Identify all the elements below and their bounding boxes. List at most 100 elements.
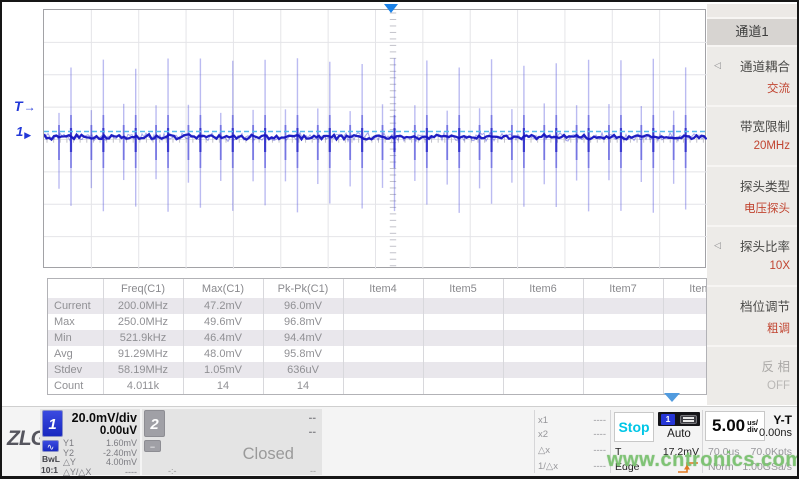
run-state-button[interactable]: Stop <box>614 412 654 442</box>
menu-item-label: 反 相 <box>762 356 790 375</box>
table-header: Item6 <box>503 279 583 298</box>
menu-item-label: 带宽限制 <box>740 116 790 135</box>
table-cell <box>583 362 663 378</box>
table-cell <box>503 298 583 314</box>
table-cell: 521.9kHz <box>103 330 183 346</box>
channel2-status-block[interactable]: 2 -- -- − Closed -:- -- <box>142 409 322 475</box>
menu-item-value: 10X <box>770 260 790 272</box>
row-label: Current <box>48 298 103 314</box>
sidebar-item-invert: 反 相 OFF <box>707 347 797 405</box>
table-cell <box>583 314 663 330</box>
waveform-svg <box>44 10 707 269</box>
separator <box>534 410 535 473</box>
table-cell <box>343 298 423 314</box>
rising-edge-icon <box>677 461 699 474</box>
table-cell <box>343 314 423 330</box>
table-cell: 46.4mV <box>183 330 263 346</box>
table-row: Current200.0MHz47.2mV96.0mV <box>48 298 707 314</box>
table-cell <box>503 362 583 378</box>
table-cell <box>663 346 707 362</box>
sidebar-item-probe-type[interactable]: 探头类型电压探头 <box>707 167 797 225</box>
table-cell <box>503 346 583 362</box>
table-cell: 250.0MHz <box>103 314 183 330</box>
table-header: Pk-Pk(C1) <box>263 279 343 298</box>
ch2-coupling-icon: − <box>144 440 161 452</box>
trigger-mode[interactable]: Auto <box>658 426 700 442</box>
channel1-offset: 0.00uV <box>100 425 137 437</box>
menu-item-value: 电压探头 <box>744 200 790 216</box>
acquire-mode: Norm <box>708 461 734 473</box>
table-cell: 91.29MHz <box>103 346 183 362</box>
table-header: Item7 <box>583 279 663 298</box>
right-arrow-icon: ▶ <box>24 130 31 140</box>
channel1-position-marker[interactable]: 1▶ <box>16 124 31 141</box>
table-cell <box>343 346 423 362</box>
cursor-row: △x---- <box>538 445 606 456</box>
sidebar-item-coupling[interactable]: ◁ 通道耦合交流 <box>707 47 797 105</box>
table-cell <box>663 314 707 330</box>
table-cell <box>423 378 503 394</box>
menu-item-value: 20MHz <box>754 140 790 152</box>
table-cell: 1.05mV <box>183 362 263 378</box>
x-cursor-readouts: x1----x2----△x----1/△x---- <box>536 409 608 475</box>
right-arrow-icon: → <box>24 100 36 114</box>
trigger-delay: 0.00ns <box>759 427 792 439</box>
menu-item-label: 探头类型 <box>740 176 790 195</box>
table-row: Count4.011k1414 <box>48 378 707 394</box>
sidebar-item-gear-adjust[interactable]: 档位调节粗调 <box>707 287 797 345</box>
waveform-display <box>43 9 706 268</box>
channel1-status-block[interactable]: 1 20.0mV/div 0.00uV ∿ BwL 10:1 Y11.60mVY… <box>40 409 140 475</box>
table-cell <box>503 330 583 346</box>
cursor-row: △Y/△X---- <box>63 468 137 478</box>
row-label: Max <box>48 314 103 330</box>
table-scroll-down-icon[interactable] <box>664 393 680 402</box>
channel1-badge[interactable]: 1 <box>42 410 63 437</box>
table-cell: 96.0mV <box>263 298 343 314</box>
menu-item-value: 交流 <box>767 80 790 96</box>
table-cell <box>503 378 583 394</box>
table-cell <box>583 298 663 314</box>
trigger-level-marker[interactable]: T→ <box>14 98 36 114</box>
table-header: Freq(C1) <box>103 279 183 298</box>
probe-ratio-flag: 10:1 <box>41 465 58 475</box>
table-row: Min521.9kHz46.4mV94.4mV <box>48 330 707 346</box>
table-cell <box>583 378 663 394</box>
bandwidth-limit-flag: BwL <box>42 454 60 464</box>
sidebar-item-bandwidth[interactable]: 带宽限制 20MHz <box>707 107 797 165</box>
table-cell <box>423 330 503 346</box>
submenu-arrow-icon: ◁ <box>714 60 721 71</box>
submenu-arrow-icon: ◁ <box>714 240 721 251</box>
timebase-scale-button[interactable]: 5.00 us/div <box>705 411 765 441</box>
trigger-position-marker[interactable] <box>384 4 398 13</box>
trigger-level-label: T <box>615 446 621 458</box>
table-cell <box>343 378 423 394</box>
menu-item-label: 档位调节 <box>740 296 790 315</box>
channel2-badge[interactable]: 2 <box>144 410 165 437</box>
measurement-table[interactable]: Freq(C1)Max(C1)Pk-Pk(C1)Item4Item5Item6I… <box>47 278 707 395</box>
table-cell: 636uV <box>263 362 343 378</box>
channel2-extra: -- <box>310 466 316 476</box>
table-cell <box>423 362 503 378</box>
cursor-row: 1/△x---- <box>538 461 606 472</box>
table-header: Item8 <box>663 279 707 298</box>
table-cell <box>663 298 707 314</box>
table-cell: 14 <box>183 378 263 394</box>
sidebar-item-probe-ratio[interactable]: ◁探头比率10X <box>707 227 797 285</box>
menu-item-label: 通道耦合 <box>740 56 790 75</box>
channel2-state: Closed <box>243 445 294 464</box>
table-cell: 200.0MHz <box>103 298 183 314</box>
y-cursor-readouts: Y11.60mVY2-2.40mV△Y4.00mV△Y/△X---- <box>63 439 137 477</box>
row-label: Count <box>48 378 103 394</box>
table-header: Item5 <box>423 279 503 298</box>
table-cell <box>583 330 663 346</box>
table-cell <box>423 314 503 330</box>
menu-item-value: 粗调 <box>767 320 790 336</box>
menu-items: ◁通道耦合交流带宽限制20MHz探头类型电压探头◁探头比率10X档位调节粗调反 … <box>707 47 797 405</box>
table-cell <box>663 378 707 394</box>
table-cell <box>663 330 707 346</box>
trigger-source-strip[interactable]: 1 <box>658 412 700 426</box>
table-cell: 96.8mV <box>263 314 343 330</box>
channel1-scale: 20.0mV/div <box>72 411 137 425</box>
sample-rate: 1.00GSa/s <box>742 461 792 473</box>
menu-item-value: OFF <box>767 380 790 392</box>
